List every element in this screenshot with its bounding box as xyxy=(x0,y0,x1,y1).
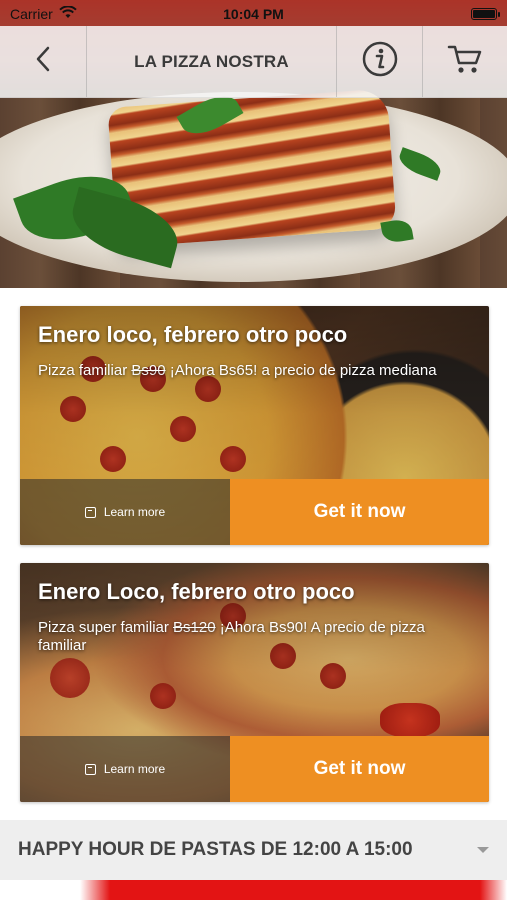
next-item-preview xyxy=(0,880,507,900)
learn-more-button[interactable]: Learn more xyxy=(20,736,230,802)
learn-more-label: Learn more xyxy=(103,762,166,776)
section-title: HAPPY HOUR DE PASTAS DE 12:00 A 15:00 xyxy=(18,839,413,860)
nav-bar: LA PIZZA NOSTRA xyxy=(0,26,507,98)
learn-more-button[interactable]: Learn more xyxy=(20,479,230,545)
chevron-down-icon xyxy=(477,847,489,853)
info-icon xyxy=(362,41,398,82)
promo-description: Pizza super familiar Bs120 ¡Ahora Bs90! … xyxy=(38,619,425,654)
promo-title: Enero Loco, febrero otro poco xyxy=(38,579,355,604)
get-it-now-button[interactable]: Get it now xyxy=(230,736,489,802)
old-price: Bs90 xyxy=(131,362,166,379)
chevron-left-icon xyxy=(35,46,51,77)
section-header[interactable]: HAPPY HOUR DE PASTAS DE 12:00 A 15:00 xyxy=(0,820,507,880)
back-button[interactable] xyxy=(0,26,87,97)
promo-description: Pizza familiar Bs90 ¡Ahora Bs65! a preci… xyxy=(38,362,437,379)
status-bar: Carrier 10:04 PM xyxy=(0,0,507,28)
cart-icon xyxy=(447,43,483,80)
promo-card[interactable]: Enero loco, febrero otro poco Pizza fami… xyxy=(20,306,489,545)
status-time: 10:04 PM xyxy=(223,6,284,22)
promo-card[interactable]: Enero Loco, febrero otro poco Pizza supe… xyxy=(20,563,489,802)
info-button[interactable] xyxy=(337,26,423,97)
old-price: Bs120 xyxy=(173,619,216,636)
learn-more-label: Learn more xyxy=(103,505,166,519)
cart-button[interactable] xyxy=(423,26,507,97)
document-icon xyxy=(84,763,96,775)
battery-icon xyxy=(471,8,500,20)
document-icon xyxy=(84,506,96,518)
promo-title: Enero loco, febrero otro poco xyxy=(38,322,348,347)
get-it-now-button[interactable]: Get it now xyxy=(230,479,489,545)
page-title: LA PIZZA NOSTRA xyxy=(87,26,337,97)
